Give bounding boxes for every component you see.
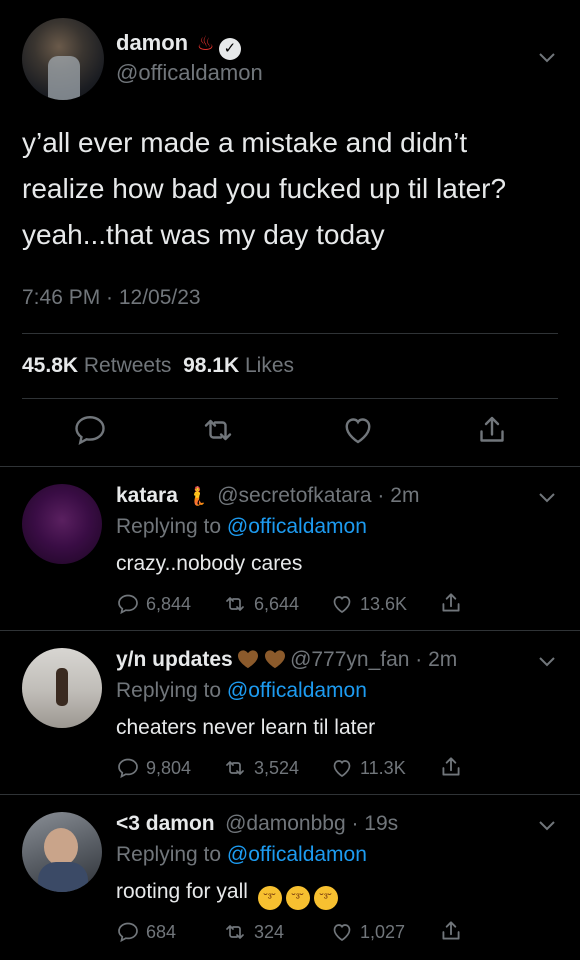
retweet-count-value: 3,524 xyxy=(254,757,300,778)
reply-avatar[interactable] xyxy=(22,648,102,728)
retweets-count[interactable]: 45.8K xyxy=(22,354,78,377)
verified-badge-icon: ✓ xyxy=(218,38,241,60)
share-icon[interactable] xyxy=(474,412,514,452)
brown-heart-icon xyxy=(264,650,285,669)
reply-author-handle[interactable]: @damonbbg · 19s xyxy=(225,812,398,835)
replying-to-line: Replying to @officaldamon xyxy=(116,843,367,867)
tweet-stats: 45.8K Retweets 98.1K Likes xyxy=(22,354,294,378)
reply-author-handle[interactable]: @secretofkatara · 2m xyxy=(217,484,419,507)
likes-label[interactable]: Likes xyxy=(245,354,294,377)
reply-author-handle[interactable]: @777yn_fan · 2m xyxy=(290,648,457,671)
like-count[interactable]: 11.3K xyxy=(330,756,406,780)
retweet-count[interactable]: 6,644 xyxy=(222,592,299,616)
retweet-count[interactable]: 3,524 xyxy=(222,756,299,780)
author-name[interactable]: damon xyxy=(116,30,188,55)
heart-icon[interactable] xyxy=(340,412,380,452)
reply-count[interactable]: 6,844 xyxy=(116,592,191,616)
like-count-value: 13.6K xyxy=(360,593,408,614)
share-icon[interactable] xyxy=(438,918,464,944)
tweet-text: y’all ever made a mistake and didn’t rea… xyxy=(22,127,507,250)
reply-text: cheaters never learn til later xyxy=(116,716,376,739)
more-options-chevron-icon[interactable] xyxy=(538,48,556,69)
hot-springs-emoji: ♨ xyxy=(196,33,215,55)
divider xyxy=(22,333,558,334)
divider xyxy=(0,794,580,795)
reply-count-value: 6,844 xyxy=(146,593,192,614)
retweet-count[interactable]: 324 xyxy=(222,920,284,944)
replying-to-label: Replying to xyxy=(116,843,222,866)
retweet-count-value: 6,644 xyxy=(254,593,300,614)
tweet-timestamp[interactable]: 7:46 PM · 12/05/23 xyxy=(22,286,201,310)
like-count-value: 11.3K xyxy=(360,757,406,778)
kissing-face-icon: ˘³˘ xyxy=(285,886,310,910)
replying-to-label: Replying to xyxy=(116,679,222,702)
replying-to-mention[interactable]: @officaldamon xyxy=(227,843,367,866)
reply-text: rooting for yall xyxy=(116,880,248,903)
author-handle[interactable]: @officaldamon xyxy=(116,60,263,86)
share-icon[interactable] xyxy=(438,590,464,616)
reply-header: y/n updates @777yn_fan · 2m xyxy=(116,648,457,672)
divider xyxy=(0,630,580,631)
replying-to-line: Replying to @officaldamon xyxy=(116,515,367,539)
author-avatar[interactable] xyxy=(22,18,104,100)
reply-count[interactable]: 9,804 xyxy=(116,756,191,780)
reply-count-value: 684 xyxy=(146,921,177,942)
divider xyxy=(22,398,558,399)
kissing-face-icon: ˘³˘ xyxy=(313,886,338,910)
replying-to-mention[interactable]: @officaldamon xyxy=(227,679,367,702)
reply-icon[interactable] xyxy=(72,412,112,452)
divider xyxy=(0,466,580,467)
like-count[interactable]: 1,027 xyxy=(330,920,405,944)
reply-text: crazy..nobody cares xyxy=(116,552,303,575)
replying-to-label: Replying to xyxy=(116,515,222,538)
more-options-chevron-icon[interactable] xyxy=(538,652,556,673)
author-name-row[interactable]: damon ♨ ✓ xyxy=(116,30,241,60)
replying-to-mention[interactable]: @officaldamon xyxy=(227,515,367,538)
like-count[interactable]: 13.6K xyxy=(330,592,407,616)
retweet-count-value: 324 xyxy=(254,921,285,942)
retweet-icon[interactable] xyxy=(200,412,240,452)
reply-avatar[interactable] xyxy=(22,484,102,564)
reply-author-name[interactable]: <3 damon xyxy=(116,812,215,835)
share-icon[interactable] xyxy=(438,754,464,780)
likes-count[interactable]: 98.1K xyxy=(183,354,239,377)
like-count-value: 1,027 xyxy=(360,921,406,942)
kissing-face-icon: ˘³˘ xyxy=(257,886,282,910)
more-options-chevron-icon[interactable] xyxy=(538,488,556,509)
reply-header: katara 🧜 @secretofkatara · 2m xyxy=(116,484,419,508)
reply-avatar[interactable] xyxy=(22,812,102,892)
retweets-label[interactable]: Retweets xyxy=(84,354,172,377)
brown-heart-icon xyxy=(238,650,259,669)
reply-count[interactable]: 684 xyxy=(116,920,176,944)
reply-count-value: 9,804 xyxy=(146,757,192,778)
person-emoji: 🧜 xyxy=(186,486,209,506)
reply-text-line: rooting for yall ˘³˘ ˘³˘ ˘³˘ xyxy=(116,880,338,910)
reply-author-name[interactable]: katara xyxy=(116,484,178,507)
more-options-chevron-icon[interactable] xyxy=(538,816,556,837)
replying-to-line: Replying to @officaldamon xyxy=(116,679,367,703)
reply-header: <3 damon @damonbbg · 19s xyxy=(116,812,398,836)
reply-author-name[interactable]: y/n updates xyxy=(116,648,233,671)
